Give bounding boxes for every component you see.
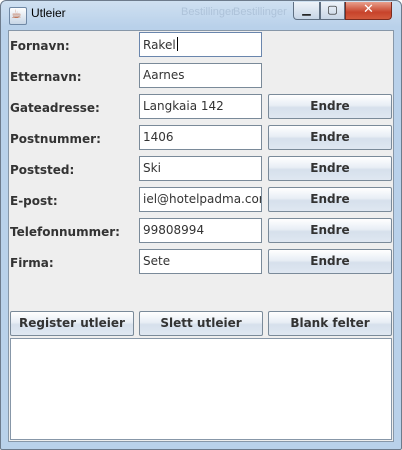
fornavn-field[interactable]: Rakel: [139, 32, 262, 57]
register-utleier-button[interactable]: Register utleier: [10, 311, 134, 336]
close-icon: ✕: [363, 2, 374, 17]
fornavn-value: Rakel: [143, 38, 176, 52]
maximize-icon: ▢: [327, 3, 338, 16]
endre-gateadresse-button[interactable]: Endre: [268, 94, 392, 119]
endre-poststed-button[interactable]: Endre: [268, 156, 392, 181]
firma-label: Firma:: [10, 256, 54, 270]
firma-field[interactable]: Sete: [139, 249, 262, 274]
background-window-title: Bestillinger: [181, 6, 235, 18]
minimize-icon: ▁: [302, 3, 311, 16]
form-panel: Fornavn: Rakel Etternavn: Aarnes Gateadr…: [8, 30, 394, 442]
slett-utleier-button[interactable]: Slett utleier: [139, 311, 263, 336]
maximize-button[interactable]: ▢: [320, 2, 345, 20]
poststed-label: Poststed:: [10, 163, 75, 177]
poststed-field[interactable]: Ski: [139, 156, 262, 181]
epost-field[interactable]: iel@hotelpadma.com: [139, 187, 262, 212]
endre-postnummer-button[interactable]: Endre: [268, 125, 392, 150]
gateadresse-field[interactable]: Langkaia 142: [139, 94, 262, 119]
postnummer-field[interactable]: 1406: [139, 125, 262, 150]
postnummer-label: Postnummer:: [10, 132, 101, 146]
endre-telefonnummer-button[interactable]: Endre: [268, 218, 392, 243]
java-app-icon[interactable]: [9, 7, 27, 25]
etternavn-label: Etternavn:: [10, 70, 82, 84]
endre-firma-button[interactable]: Endre: [268, 249, 392, 274]
etternavn-field[interactable]: Aarnes: [139, 63, 262, 88]
background-window-title: Bestillinger: [233, 6, 287, 18]
fornavn-label: Fornavn:: [10, 39, 70, 53]
minimize-button[interactable]: ▁: [293, 2, 320, 20]
epost-label: E-post:: [10, 194, 58, 208]
app-window: Utleier Bestillinger Bestillinger ▁ ▢ ✕ …: [0, 0, 402, 450]
gateadresse-label: Gateadresse:: [10, 101, 100, 115]
blank-felter-button[interactable]: Blank felter: [268, 311, 392, 336]
close-button[interactable]: ✕: [345, 2, 392, 20]
text-caret: [176, 37, 178, 51]
endre-epost-button[interactable]: Endre: [268, 187, 392, 212]
title-bar[interactable]: Utleier Bestillinger Bestillinger ▁ ▢ ✕: [1, 1, 401, 28]
telefonnummer-label: Telefonnummer:: [10, 225, 120, 239]
output-text-area[interactable]: [10, 338, 392, 440]
telefonnummer-field[interactable]: 99808994: [139, 218, 262, 243]
window-title: Utleier: [31, 6, 66, 20]
